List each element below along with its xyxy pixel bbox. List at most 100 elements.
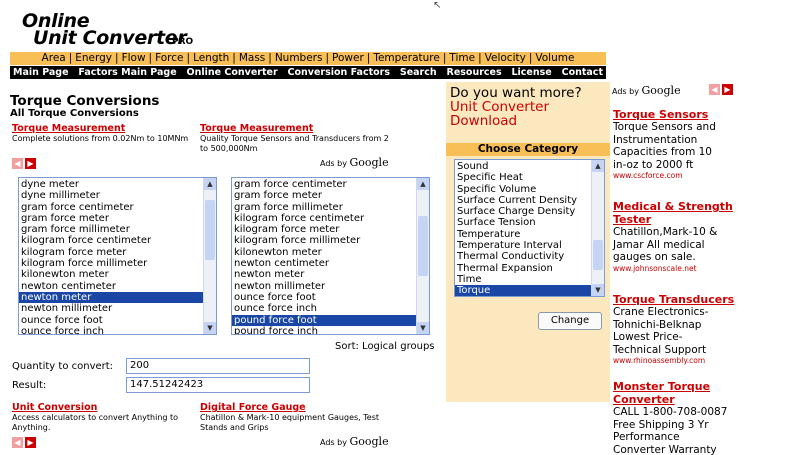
to-unit-option[interactable]: newton millimeter <box>232 281 416 292</box>
category-option[interactable]: Surface Current Density <box>455 195 591 206</box>
to-unit-option[interactable]: ounce force foot <box>232 292 416 303</box>
category-link-energy[interactable]: Energy <box>75 52 112 64</box>
bottom-ad-2[interactable]: Digital Force Gauge Chatillon & Mark-10 … <box>200 402 390 433</box>
category-option[interactable]: Thermal Conductivity <box>455 251 591 262</box>
nav-link-resources[interactable]: Resources <box>447 66 502 79</box>
from-unit-option[interactable]: newton meter <box>19 291 203 304</box>
scroll-down-icon[interactable]: ▼ <box>592 284 604 296</box>
from-unit-option[interactable]: kilonewton meter <box>19 269 203 280</box>
from-unit-option[interactable]: kilogram force centimeter <box>19 235 203 246</box>
to-unit-option[interactable]: gram force millimeter <box>232 202 416 213</box>
category-link-power[interactable]: Power <box>332 52 364 64</box>
to-unit-option[interactable]: pound force foot <box>232 314 416 326</box>
bottom-ad-1[interactable]: Unit Conversion Access calculators to co… <box>12 402 202 433</box>
sort-label[interactable]: Sort: Logical groups <box>335 341 435 352</box>
from-unit-option[interactable]: kilogram force meter <box>19 247 203 258</box>
category-option[interactable]: Temperature Interval <box>455 240 591 251</box>
right-ad-2-title[interactable]: Medical & Strength <box>613 200 793 213</box>
from-list-scrollbar[interactable]: ▲ ▼ <box>203 178 216 334</box>
to-unit-option[interactable]: newton meter <box>232 269 416 280</box>
from-unit-option[interactable]: dyne millimeter <box>19 190 203 201</box>
right-ad-3[interactable]: Torque Transducers Crane Electronics- To… <box>613 293 793 365</box>
to-unit-option[interactable]: pound force inch <box>232 326 416 334</box>
from-unit-option[interactable]: kilogram force millimeter <box>19 258 203 269</box>
scroll-thumb[interactable] <box>418 216 428 276</box>
from-unit-option[interactable]: gram force millimeter <box>19 224 203 235</box>
scroll-up-icon[interactable]: ▲ <box>417 178 429 190</box>
right-ad-4-title[interactable]: Converter <box>613 393 793 406</box>
category-option[interactable]: Specific Volume <box>455 184 591 195</box>
category-option[interactable]: Temperature <box>455 229 591 240</box>
category-link-area[interactable]: Area <box>42 52 66 64</box>
category-link-temperature[interactable]: Temperature <box>373 52 440 64</box>
to-unit-option[interactable]: kilogram force millimeter <box>232 235 416 246</box>
top-ad-1[interactable]: Torque Measurement Complete solutions fr… <box>12 123 192 144</box>
next-arrow-icon[interactable]: ▶ <box>25 437 36 448</box>
right-ad-1-url[interactable]: www.cscforce.com <box>613 171 793 180</box>
right-ad-1[interactable]: Torque Sensors Torque Sensors and Instru… <box>613 108 793 180</box>
from-unit-option[interactable]: gram force centimeter <box>19 202 203 213</box>
ads-by-google-bottom[interactable]: Ads by Google <box>320 435 389 448</box>
nav-link-conversion-factors[interactable]: Conversion Factors <box>288 66 390 79</box>
category-link-length[interactable]: Length <box>193 52 229 64</box>
nav-link-main-page[interactable]: Main Page <box>13 66 69 79</box>
bottom-ad-2-title[interactable]: Digital Force Gauge <box>200 402 390 413</box>
category-link-velocity[interactable]: Velocity <box>485 52 526 64</box>
top-ad-2-title[interactable]: Torque Measurement <box>200 123 390 134</box>
category-list-scrollbar[interactable]: ▲ ▼ <box>591 160 604 296</box>
nav-link-search[interactable]: Search <box>400 66 437 79</box>
to-list-scrollbar[interactable]: ▲ ▼ <box>416 178 429 334</box>
category-option[interactable]: Time <box>455 274 591 285</box>
right-ad-3-url[interactable]: www.rhinoassembly.com <box>613 356 793 365</box>
ads-by-google-right[interactable]: Ads by Google <box>612 84 681 97</box>
right-ad-3-title[interactable]: Torque Transducers <box>613 293 793 306</box>
change-category-button[interactable]: Change <box>538 312 602 330</box>
to-unit-option[interactable]: gram force centimeter <box>232 179 416 190</box>
nav-link-contact[interactable]: Contact <box>562 66 603 79</box>
category-link-time[interactable]: Time <box>449 52 475 64</box>
category-link-numbers[interactable]: Numbers <box>275 52 323 64</box>
from-unit-option[interactable]: newton millimeter <box>19 303 203 314</box>
to-unit-option[interactable]: kilogram force meter <box>232 224 416 235</box>
prev-arrow-icon[interactable]: ◀ <box>12 158 23 169</box>
nav-link-online-converter[interactable]: Online Converter <box>187 66 278 79</box>
next-arrow-icon[interactable]: ▶ <box>722 84 733 95</box>
to-unit-option[interactable]: gram force meter <box>232 190 416 201</box>
nav-link-license[interactable]: License <box>511 66 551 79</box>
right-ad-2-url[interactable]: www.johnsonscale.net <box>613 264 793 273</box>
to-unit-option[interactable]: ounce force inch <box>232 303 416 314</box>
scroll-down-icon[interactable]: ▼ <box>204 322 216 334</box>
scroll-down-icon[interactable]: ▼ <box>417 322 429 334</box>
scroll-thumb[interactable] <box>205 200 215 260</box>
right-ad-4-title[interactable]: Monster Torque <box>613 380 793 393</box>
next-arrow-icon[interactable]: ▶ <box>25 158 36 169</box>
category-link-mass[interactable]: Mass <box>239 52 265 64</box>
nav-link-factors-main-page[interactable]: Factors Main Page <box>78 66 176 79</box>
top-ad-2[interactable]: Torque Measurement Quality Torque Sensor… <box>200 123 390 154</box>
category-option[interactable]: Specific Heat <box>455 172 591 183</box>
to-unit-option[interactable]: newton centimeter <box>232 258 416 269</box>
ads-by-google-top[interactable]: Ads by Google <box>320 156 389 169</box>
category-option[interactable]: Sound <box>455 161 591 172</box>
category-link-flow[interactable]: Flow <box>122 52 146 64</box>
right-ad-2-title[interactable]: Tester <box>613 213 793 226</box>
from-unit-listbox[interactable]: dyne meter dyne millimeter gram force cent… <box>18 177 217 335</box>
from-unit-option[interactable]: ounce force foot <box>19 315 203 326</box>
top-ad-1-title[interactable]: Torque Measurement <box>12 123 192 134</box>
from-unit-option[interactable]: dyne meter <box>19 179 203 190</box>
category-link-volume[interactable]: Volume <box>535 52 574 64</box>
from-unit-option[interactable]: gram force meter <box>19 213 203 224</box>
right-ad-2[interactable]: Medical & Strength Tester Chatillon,Mark… <box>613 200 793 273</box>
scroll-up-icon[interactable]: ▲ <box>592 160 604 172</box>
right-ad-4[interactable]: Monster Torque Converter CALL 1-800-708-… <box>613 380 793 455</box>
category-option[interactable]: Surface Tension <box>455 217 591 228</box>
result-field[interactable]: 147.51242423 <box>126 377 310 393</box>
bottom-ad-1-title[interactable]: Unit Conversion <box>12 402 202 413</box>
to-unit-option[interactable]: kilogram force centimeter <box>232 213 416 224</box>
right-ad-1-title[interactable]: Torque Sensors <box>613 108 793 121</box>
from-unit-option[interactable]: newton centimeter <box>19 281 203 292</box>
category-link-force[interactable]: Force <box>155 52 183 64</box>
category-option[interactable]: Thermal Expansion <box>455 263 591 274</box>
to-unit-listbox[interactable]: gram force centimeter gram force meter gra… <box>231 177 430 335</box>
prev-arrow-icon[interactable]: ◀ <box>12 437 23 448</box>
